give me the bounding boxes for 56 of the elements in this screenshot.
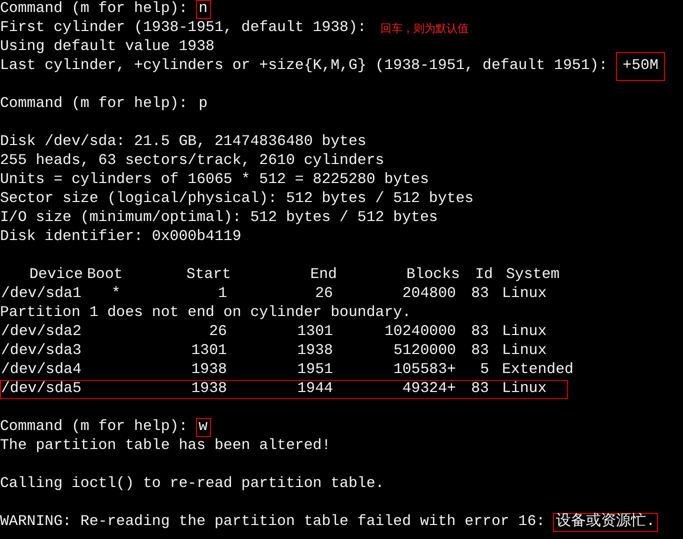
table-cell-text: 83 [470,286,489,303]
table-cell-text: Linux [501,343,548,360]
column-header: Start [185,267,231,284]
table-cell-text: 1938 [190,381,227,398]
column-header: Blocks [405,267,460,284]
output-line: Disk identifier: 0x000b4119 [0,228,242,247]
table-cell-text: 1938 [190,362,227,379]
table-cell-text: Linux [501,324,548,341]
typed-command: p [198,95,209,114]
table-cell-text: 1 [217,286,227,303]
table-cell-text: /dev/sda3 [1,343,82,360]
table-cell-text: * [110,286,122,303]
table-cell-text: 83 [470,324,489,341]
output-line: Calling ioctl() to re-read partition table. [0,475,384,494]
table-cell-text: 105583+ [392,362,456,379]
prompt-text: Last cylinder, +cylinders or +size{K,M,G} (1938-1951, default 1951): [0,57,608,76]
table-cell-text: 5120000 [392,343,456,360]
table-cell-text: 1938 [296,343,333,360]
table-cell-text: 10240000 [384,324,456,341]
table-cell-text: /dev/sda5 [1,381,82,398]
output-line: 255 heads, 63 sectors/track, 2610 cylinders [0,152,384,171]
table-cell-text: 49324+ [401,381,456,398]
output-line: Disk /dev/sda: 21.5 GB, 21474836480 bytes [0,133,366,152]
annotation-text: 回车，则为默认值 [380,21,468,37]
table-cell-text: 1301 [296,324,333,341]
table-cell-text: 204800 [401,286,456,303]
table-cell-text: Extended [501,362,574,379]
table-cell-text: 1301 [190,343,227,360]
table-cell-text: /dev/sda1 [1,286,82,303]
table-cell-text: 83 [470,343,489,360]
table-cell-text: /dev/sda4 [1,362,82,379]
table-cell-text: 26 [208,324,227,341]
prompt-text: First cylinder (1938-1951, default 1938): [0,19,366,38]
prompt-text: Command (m for help): [0,0,188,19]
prompt-text: Command (m for help): [0,418,188,437]
table-cell-text: 1951 [296,362,333,379]
output-line: Using default value 1938 [0,38,214,57]
output-line: Units = cylinders of 16065 * 512 = 8225280 bytes [0,171,429,190]
table-cell-text: /dev/sda2 [1,324,82,341]
column-header: System [505,267,561,284]
table-cell-text: 83 [470,381,489,398]
prompt-text: WARNING: Re-reading the partition table failed with error 16: [0,513,546,532]
prompt-text: Command (m for help): [0,95,188,114]
output-line: I/O size (minimum/optimal): 512 bytes / 512 bytes [0,209,438,228]
table-cell-text: 5 [479,362,489,379]
column-header: Boot [86,267,124,284]
table-cell-text: 26 [314,286,333,303]
output-line: Partition 1 does not end on cylinder boundary. [0,304,412,323]
column-header: End [309,267,337,284]
column-header: Id [474,267,493,284]
output-line: Sector size (logical/physical): 512 bytes / 512 bytes [0,190,474,209]
column-header: Device [28,267,83,284]
table-cell-text: Linux [501,286,548,303]
table-cell-text: 1944 [296,381,333,398]
output-line: The partition table has been altered! [0,437,331,456]
table-cell-text: Linux [501,381,548,398]
